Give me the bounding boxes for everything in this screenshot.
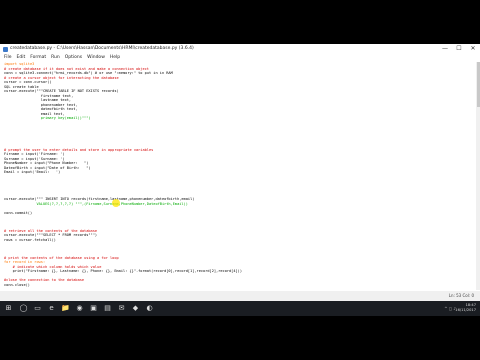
taskbar-app-icon[interactable]: e bbox=[46, 303, 57, 314]
windows-taskbar: ⊞ ◯ ▭ e 📁 ◉ ▣ ▤ ✉ ◆ ◐ ^ ◻ ♪ 18:47 16/11/2017 bbox=[0, 301, 480, 316]
menu-run[interactable]: Run bbox=[51, 54, 60, 61]
code-line: Email = input('Email: ') bbox=[4, 170, 61, 174]
menu-help[interactable]: Help bbox=[110, 54, 120, 61]
taskbar-app-icon[interactable]: ◐ bbox=[144, 303, 155, 314]
taskbar-app-icon[interactable]: ◆ bbox=[130, 303, 141, 314]
code-line: conn.commit() bbox=[4, 210, 33, 215]
status-bar: Ln: 53 Col: 0 bbox=[0, 291, 480, 301]
code-line: rows = cursor.fetchall() bbox=[4, 237, 56, 242]
vertical-scrollbar[interactable] bbox=[476, 62, 480, 290]
taskbar-app-icon[interactable]: ▭ bbox=[32, 303, 43, 314]
taskbar-app-icon[interactable]: ▣ bbox=[88, 303, 99, 314]
clock-date: 16/11/2017 bbox=[455, 308, 476, 312]
cursor-position: Ln: 53 Col: 0 bbox=[448, 293, 474, 298]
close-icon[interactable]: ✕ bbox=[466, 44, 480, 54]
menu-options[interactable]: Options bbox=[65, 54, 82, 61]
taskbar-app-icon[interactable]: ▤ bbox=[102, 303, 113, 314]
menu-format[interactable]: Format bbox=[30, 54, 46, 61]
window-title: createdatabase.py - C:\Users\Hassan\Docu… bbox=[10, 46, 194, 51]
minimize-icon[interactable]: — bbox=[438, 44, 452, 54]
taskbar-app-icon[interactable]: ◉ bbox=[74, 303, 85, 314]
code-line: primary key(email))""") bbox=[4, 116, 91, 120]
menu-file[interactable]: File bbox=[4, 54, 12, 61]
menu-window[interactable]: Window bbox=[87, 54, 105, 61]
code-editor[interactable]: import sqlite3 # create database if it do… bbox=[0, 62, 476, 290]
system-tray[interactable]: ^ ◻ ♪ bbox=[444, 303, 456, 314]
taskbar-clock[interactable]: 18:47 16/11/2017 bbox=[455, 303, 476, 313]
title-bar: createdatabase.py - C:\Users\Hassan\Docu… bbox=[0, 44, 480, 54]
window-controls: — ☐ ✕ bbox=[438, 44, 480, 54]
scrollbar-thumb[interactable] bbox=[476, 62, 480, 107]
python-app-icon bbox=[3, 47, 8, 52]
idle-editor-window: createdatabase.py - C:\Users\Hassan\Docu… bbox=[0, 44, 480, 301]
code-line: VALUES(?,?,?,?,?) """,(Firname,Surname,P… bbox=[4, 201, 188, 206]
code-line: conn.close() bbox=[4, 282, 30, 287]
taskbar-app-icon[interactable]: 📁 bbox=[60, 303, 71, 314]
taskbar-app-icon[interactable]: ✉ bbox=[116, 303, 127, 314]
menu-bar: File Edit Format Run Options Window Help bbox=[0, 54, 480, 61]
taskbar-app-icon[interactable]: ◯ bbox=[18, 303, 29, 314]
cursor-highlight bbox=[112, 199, 120, 207]
code-line: print("Firstname: {}, Lastname: {}, Phon… bbox=[4, 269, 242, 273]
menu-edit[interactable]: Edit bbox=[17, 54, 26, 61]
start-icon[interactable]: ⊞ bbox=[3, 303, 14, 314]
maximize-icon[interactable]: ☐ bbox=[452, 44, 466, 54]
